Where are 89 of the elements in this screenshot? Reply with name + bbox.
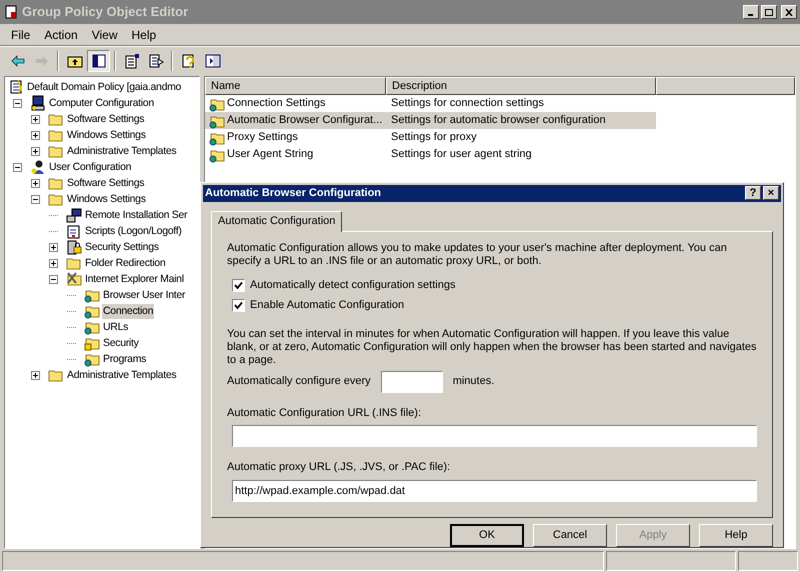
user-icon xyxy=(30,159,46,175)
dialog-button[interactable]: Cancel xyxy=(533,524,607,546)
menu-item[interactable]: Help xyxy=(124,26,164,44)
expand-toggle[interactable] xyxy=(31,146,40,156)
properties-icon xyxy=(124,52,140,68)
dialog-button[interactable]: Help xyxy=(699,524,773,546)
list-cell-text: User Agent String xyxy=(227,147,314,162)
collapse-toggle[interactable] xyxy=(13,162,22,172)
column-header[interactable]: Description xyxy=(386,77,656,95)
close-button[interactable]: × xyxy=(763,186,779,200)
expand-toggle[interactable] xyxy=(31,130,40,140)
column-header[interactable]: Name xyxy=(205,77,386,95)
tree-item[interactable]: User Configuration xyxy=(48,160,132,174)
list-cell-text: Settings for user agent string xyxy=(390,147,532,162)
checkbox[interactable] xyxy=(232,299,245,312)
list-cell-text: Connection Settings xyxy=(227,96,326,112)
action-pane-icon xyxy=(204,52,220,68)
checkbox-label: Automatically detect configuration settings xyxy=(250,278,456,294)
tree-item[interactable]: Security xyxy=(102,336,140,350)
interval-field[interactable] xyxy=(380,370,443,392)
dialog-button[interactable]: OK xyxy=(450,524,524,546)
interval-label: Automatically configure every xyxy=(227,374,371,390)
list-cell-text: Settings for automatic browser configuration xyxy=(390,113,606,128)
expand-toggle[interactable] xyxy=(31,114,40,124)
checkbox-label: Enable Automatic Configuration xyxy=(250,298,404,314)
tree-item[interactable]: Internet Explorer Mainl xyxy=(84,272,185,286)
tree-item[interactable]: Administrative Templates xyxy=(66,144,178,158)
tree-item[interactable]: Programs xyxy=(102,352,148,366)
help-button[interactable]: ? xyxy=(745,186,761,200)
tab[interactable]: Automatic Configuration xyxy=(211,210,342,232)
status-bar xyxy=(738,551,798,571)
show-tree-button[interactable] xyxy=(87,50,110,72)
checkbox[interactable] xyxy=(232,279,245,292)
network-computer-icon xyxy=(66,207,82,223)
menu-item[interactable]: View xyxy=(84,26,124,44)
help-icon xyxy=(180,52,196,68)
tools-folder-icon xyxy=(66,271,82,287)
proxy-url-field[interactable]: http://wpad.example.com/wpad.dat xyxy=(232,480,757,502)
collapse-toggle[interactable] xyxy=(13,98,22,108)
intro-text: Automatic Configuration allows you to make updates to your user's machine after deployment. You can specify a URL to an .INS file or an automatic proxy URL, or both. xyxy=(227,242,728,268)
list-cell-text: Settings for connection settings xyxy=(390,96,544,112)
tree-item[interactable]: Computer Configuration xyxy=(48,96,155,110)
list-cell-text: Settings for proxy xyxy=(390,130,477,146)
export-list-icon xyxy=(148,52,164,68)
close-button[interactable] xyxy=(781,5,797,19)
expand-toggle[interactable] xyxy=(49,258,58,268)
menu-item[interactable]: Action xyxy=(37,26,85,44)
lock-server-icon xyxy=(66,239,82,255)
maximize-icon xyxy=(765,8,773,16)
list-cell-text: Proxy Settings xyxy=(227,130,298,146)
expand-toggle[interactable] xyxy=(49,242,58,252)
tree-item[interactable]: Browser User Inter xyxy=(102,288,186,302)
list-row[interactable]: User Agent String Settings for user agent string xyxy=(205,146,656,163)
computer-icon xyxy=(30,95,46,111)
minimize-button[interactable] xyxy=(743,5,759,19)
tree-item[interactable]: Administrative Templates xyxy=(66,368,178,382)
maximize-button[interactable] xyxy=(761,5,777,19)
expand-toggle[interactable] xyxy=(31,178,40,188)
list-row[interactable]: Connection Settings Settings for connection settings xyxy=(205,95,656,112)
minutes-label: minutes. xyxy=(452,374,494,390)
menu-item[interactable]: File xyxy=(4,26,38,44)
ins-url-label: Automatic Configuration URL (.INS file): xyxy=(227,406,422,420)
ins-url-field[interactable] xyxy=(232,425,757,447)
expand-toggle[interactable] xyxy=(31,370,40,380)
tree-item[interactable]: Software Settings xyxy=(66,176,146,190)
collapse-toggle[interactable] xyxy=(31,194,40,204)
tree-item[interactable]: URLs xyxy=(102,320,130,334)
interval-text: You can set the interval in minutes for when Automatic Configuration will happen. If you leave this value blank, or at zero, Automatic Configuration will only happen when the browser has been started and navigates to a page. xyxy=(227,328,757,366)
tree-item[interactable]: Default Domain Policy [gaia.andmo xyxy=(26,80,182,94)
tree-item[interactable]: Security Settings xyxy=(84,240,160,254)
close-icon xyxy=(785,8,793,16)
show-tree-icon xyxy=(90,52,106,68)
tree-item[interactable]: Scripts (Logon/Logoff) xyxy=(84,224,183,238)
window-title: Group Policy Object Editor xyxy=(22,3,188,22)
script-icon xyxy=(66,223,82,239)
tree-item[interactable]: Folder Redirection xyxy=(84,256,166,270)
tree-item[interactable]: Remote Installation Ser xyxy=(84,208,188,222)
scroll-icon xyxy=(8,79,24,95)
dialog-title: Automatic Browser Configuration xyxy=(205,186,382,201)
tree-item[interactable]: Connection xyxy=(102,304,154,318)
list-row[interactable]: Automatic Browser Configurat... Settings for automatic browser configuration xyxy=(205,112,656,129)
tree-item[interactable]: Windows Settings xyxy=(66,192,147,206)
list-cell-text: Automatic Browser Configurat... xyxy=(227,113,382,128)
proxy-url-label: Automatic proxy URL (.JS, .JVS, or .PAC file): xyxy=(227,460,452,475)
back-arrow-icon xyxy=(10,52,26,68)
tree-item[interactable]: Windows Settings xyxy=(66,128,147,142)
collapse-toggle[interactable] xyxy=(49,274,58,284)
list-row[interactable]: Proxy Settings Settings for proxy xyxy=(205,129,656,146)
tree-item[interactable]: Software Settings xyxy=(66,112,146,126)
